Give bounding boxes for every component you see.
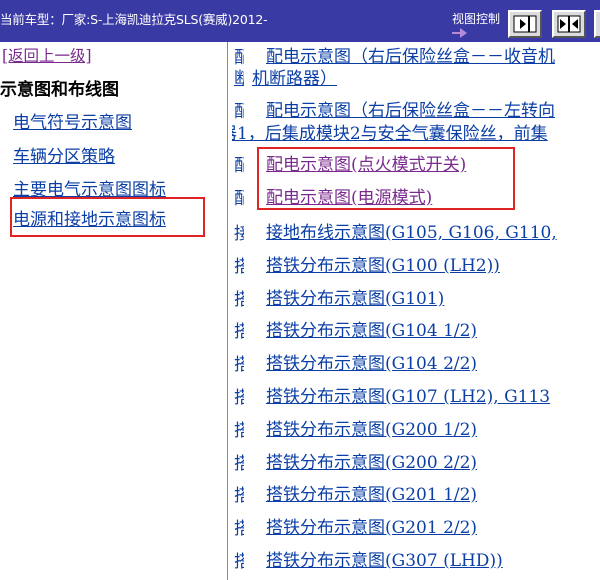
- list-item: 搭 搭铁分布示意图(G101): [232, 284, 600, 310]
- list-item-continuation: 断 机断路器）: [232, 64, 600, 89]
- left-item-main-schematic-icons[interactable]: 主要电气示意图图标: [13, 175, 166, 200]
- back-link[interactable]: [返回上一级]: [2, 44, 92, 66]
- list-item: 接 接地布线示意图(G105, G106, G110,: [232, 218, 600, 244]
- list-link[interactable]: 搭铁分布示意图(G104 1/2): [266, 316, 477, 341]
- list-item: 搭 搭铁分布示意图(G104 1/2): [232, 316, 600, 342]
- list-link-continued[interactable]: 机断路器）: [252, 64, 337, 89]
- list-item: 搭 搭铁分布示意图(G200 1/2): [232, 415, 600, 441]
- list-item: 搭 搭铁分布示意图(G307 (LHD)): [232, 546, 600, 572]
- list-bullet: 搭: [234, 355, 244, 375]
- left-nav-panel: [返回上一级] 示意图和布线图 电气符号示意图 车辆分区策略 主要电气示意图图标…: [0, 42, 220, 580]
- list-bullet: 接: [234, 224, 244, 244]
- list-link[interactable]: 搭铁分布示意图(G200 2/2): [266, 448, 477, 473]
- list-item: 搭 搭铁分布示意图(G107 (LH2), G113: [232, 382, 600, 408]
- list-bullet: 配: [234, 189, 244, 209]
- panel-collapse-icon: [513, 15, 537, 33]
- view-control-label: 视图控制: [452, 12, 501, 26]
- list-bullet: 搭: [234, 257, 244, 277]
- list-bullet: 搭: [234, 388, 244, 408]
- list-link[interactable]: 搭铁分布示意图(G104 2/2): [266, 349, 477, 374]
- list-bullet: 搭: [234, 454, 244, 474]
- list-link-ignition-mode[interactable]: 配电示意图(点火模式开关): [266, 150, 466, 175]
- list-link-power-mode[interactable]: 配电示意图(电源模式): [266, 183, 432, 208]
- list-item-continuation: 器1，后集成模块2与安全气囊保险丝，前集: [232, 119, 600, 144]
- list-link[interactable]: 搭铁分布示意图(G100 (LH2)): [266, 251, 500, 276]
- list-link[interactable]: 配电示意图（右后保险丝盒－－左转向: [266, 96, 555, 121]
- list-item: 搭 搭铁分布示意图(G200 2/2): [232, 448, 600, 474]
- list-link[interactable]: 搭铁分布示意图(G107 (LH2), G113: [266, 382, 550, 407]
- list-bullet: 搭: [234, 322, 244, 342]
- list-item: 搭 搭铁分布示意图(G201 2/2): [232, 513, 600, 539]
- list-bullet: 断: [234, 69, 244, 89]
- list-item: 搭 搭铁分布示意图(G201 1/2): [232, 480, 600, 506]
- section-title: 示意图和布线图: [0, 80, 119, 100]
- right-content-panel: 配 配电示意图（右后保险丝盒－－收音机 断 机断路器） 配 配电示意图（右后保险…: [232, 42, 600, 580]
- list-bullet: 搭: [234, 486, 244, 506]
- list-link[interactable]: 搭铁分布示意图(G101): [266, 284, 444, 309]
- list-item: 配 配电示意图（右后保险丝盒－－左转向: [232, 96, 600, 122]
- list-item: 配 配电示意图(电源模式): [232, 183, 600, 209]
- list-item: 搭 搭铁分布示意图(G104 2/2): [232, 349, 600, 375]
- left-item-power-ground-icons[interactable]: 电源和接地示意图标: [13, 205, 166, 230]
- panel-expand-button[interactable]: [594, 10, 600, 38]
- title-bar: 当前车型：厂家:S-上海凯迪拉克SLS(赛威)2012- 视图控制: [0, 0, 600, 42]
- panel-split-button[interactable]: [552, 10, 586, 38]
- list-bullet: 搭: [234, 290, 244, 310]
- list-item: 搭 搭铁分布示意图(G100 (LH2)): [232, 251, 600, 277]
- panel-split-icon: [557, 15, 581, 33]
- list-item: 配 配电示意图（右后保险丝盒－－收音机: [232, 42, 600, 68]
- list-link[interactable]: 接地布线示意图(G105, G106, G110,: [266, 218, 557, 243]
- list-bullet: 搭: [234, 421, 244, 441]
- current-vehicle-label: 当前车型：厂家:S-上海凯迪拉克SLS(赛威)2012-: [0, 12, 268, 27]
- panel-divider[interactable]: [220, 42, 232, 580]
- left-item-electrical-symbols[interactable]: 电气符号示意图: [13, 108, 132, 133]
- panel-collapse-button[interactable]: [508, 10, 542, 38]
- list-link[interactable]: 搭铁分布示意图(G201 1/2): [266, 480, 477, 505]
- divider-line: [227, 42, 228, 580]
- left-item-vehicle-zones[interactable]: 车辆分区策略: [13, 142, 115, 167]
- list-link[interactable]: 搭铁分布示意图(G200 1/2): [266, 415, 477, 440]
- list-bullet: 配: [234, 156, 244, 176]
- list-bullet: 搭: [234, 519, 244, 539]
- list-bullet: 搭: [234, 552, 244, 572]
- list-item: 配 配电示意图(点火模式开关): [232, 150, 600, 176]
- view-arrow-icon: [452, 28, 467, 38]
- list-link-continued[interactable]: 器1，后集成模块2与安全气囊保险丝，前集: [232, 119, 548, 144]
- list-link[interactable]: 搭铁分布示意图(G307 (LHD)): [266, 546, 503, 571]
- list-link[interactable]: 搭铁分布示意图(G201 2/2): [266, 513, 477, 538]
